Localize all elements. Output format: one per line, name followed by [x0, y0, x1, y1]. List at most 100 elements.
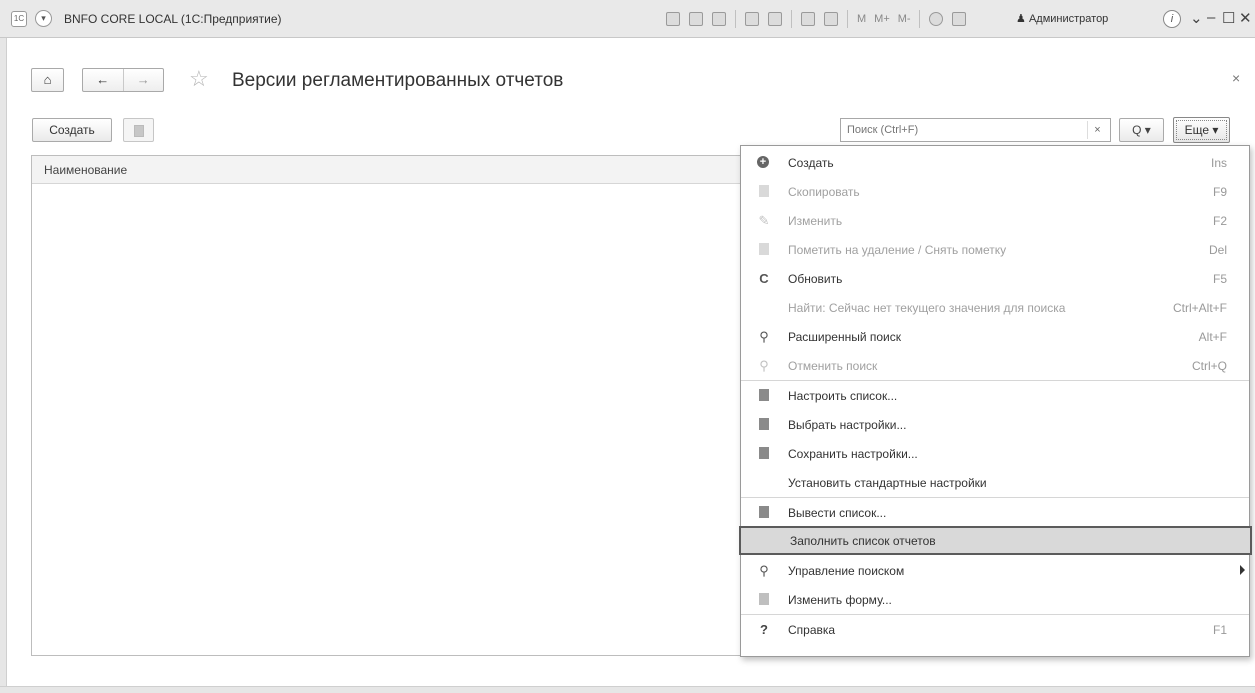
menu-item-copy[interactable]: Скопировать F9 [741, 177, 1249, 206]
menu-item-label: Изменить [788, 214, 843, 228]
calendar-icon[interactable] [824, 12, 838, 26]
save-icon[interactable] [666, 12, 680, 26]
menu-item-label: Сохранить настройки... [788, 447, 918, 461]
menu-item-label: Пометить на удаление / Снять пометку [788, 243, 1007, 257]
copy-link-icon[interactable] [768, 12, 782, 26]
menu-item-shortcut: F5 [1212, 272, 1227, 286]
output-list-icon [757, 506, 771, 520]
panels-icon[interactable] [951, 12, 966, 26]
app-logo-icon: 1С [11, 11, 27, 27]
menu-item-output-list[interactable]: Вывести список... [741, 498, 1249, 527]
menu-item-configure-list[interactable]: Настроить список... [741, 381, 1249, 410]
menu-item-label: Справка [788, 623, 836, 637]
menu-item-label: Создать [788, 156, 834, 170]
form-icon [757, 593, 771, 607]
menu-item-fill-reports[interactable]: Заполнить список отчетов [739, 526, 1252, 555]
copy-icon [134, 125, 144, 137]
menu-item-shortcut: F2 [1212, 214, 1227, 228]
search-clear-icon[interactable]: × [1087, 121, 1107, 139]
menu-item-mark-delete[interactable]: Пометить на удаление / Снять пометку Del [741, 235, 1249, 264]
refresh-icon: C [759, 271, 769, 286]
menu-item-label: Установить стандартные настройки [788, 476, 987, 490]
menu-chevron-icon[interactable]: ⌄ [1190, 9, 1203, 27]
delete-mark-icon [757, 243, 771, 257]
nav-buttons: ← → [82, 68, 164, 92]
search-options-button[interactable]: Q ▾ [1119, 118, 1164, 142]
current-user-label: Администратор [1028, 13, 1109, 25]
toolbar-divider [791, 10, 792, 28]
window-frame-bottom [0, 686, 1255, 693]
menu-item-label: Выбрать настройки... [788, 418, 907, 432]
menu-item-cancel-search[interactable]: ⚲ Отменить поиск Ctrl+Q [741, 351, 1249, 380]
menu-item-label: Расширенный поиск [788, 330, 901, 344]
menu-item-standard-settings[interactable]: Установить стандартные настройки [741, 468, 1249, 497]
submenu-arrow-icon [1240, 565, 1245, 575]
cancel-search-icon: ⚲ [759, 358, 769, 373]
maximize-icon[interactable]: ☐ [1222, 9, 1235, 27]
menu-item-advanced-search[interactable]: ⚲ Расширенный поиск Alt+F [741, 322, 1249, 351]
menu-item-shortcut: F9 [1212, 185, 1227, 199]
menu-item-label: Изменить форму... [788, 593, 892, 607]
back-arrow-icon[interactable]: ← [83, 69, 123, 91]
close-window-icon[interactable]: ✕ [1239, 9, 1252, 27]
list-settings-icon [757, 389, 771, 403]
link-icon[interactable] [745, 12, 759, 26]
create-button[interactable]: Создать [32, 118, 112, 142]
menu-item-save-settings[interactable]: Сохранить настройки... [741, 439, 1249, 468]
pencil-icon: ✎ [758, 213, 770, 228]
forward-arrow-icon[interactable]: → [122, 69, 164, 91]
main-menu-chevron-icon[interactable]: ▾ [35, 10, 52, 27]
window-titlebar: 1С ▾ BNFO CORE LOCAL (1С:Предприятие) M … [0, 0, 1255, 38]
menu-item-shortcut: Ins [1210, 156, 1227, 170]
menu-item-label: Скопировать [788, 185, 860, 199]
titlebar-toolbar: M M+ M- [666, 10, 975, 28]
memory-m-minus-button[interactable]: M- [898, 13, 911, 25]
memory-m-button[interactable]: M [857, 13, 866, 25]
menu-item-refresh[interactable]: C Обновить F5 [741, 264, 1249, 293]
menu-item-label: Настроить список... [788, 389, 898, 403]
favorite-star-icon[interactable]: ☆ [189, 66, 209, 92]
menu-item-label: Обновить [788, 272, 843, 286]
user-icon: ♟ [1016, 13, 1026, 25]
menu-item-create[interactable]: + Создать Ins [741, 148, 1249, 177]
toolbar-divider [847, 10, 848, 28]
search-icon: ⚲ [759, 563, 769, 578]
more-dropdown-menu: + Создать Ins Скопировать F9 ✎ Изменить … [739, 145, 1252, 657]
menu-item-shortcut: Alt+F [1198, 330, 1227, 344]
copy-button[interactable] [123, 118, 154, 142]
calculator-icon[interactable] [801, 12, 815, 26]
toolbar-divider [735, 10, 736, 28]
home-icon: ⌂ [43, 72, 52, 87]
column-header-name[interactable]: Наименование [32, 156, 740, 184]
memory-m-plus-button[interactable]: M+ [874, 13, 890, 25]
zoom-icon[interactable] [928, 12, 943, 26]
toolbar-divider [918, 10, 920, 28]
menu-item-search-management[interactable]: ⚲ Управление поиском [741, 556, 1249, 585]
menu-item-change-form[interactable]: Изменить форму... [741, 585, 1249, 614]
home-button[interactable]: ⌂ [31, 68, 64, 92]
print-icon[interactable] [689, 12, 703, 26]
window-title: BNFO CORE LOCAL (1С:Предприятие) [64, 12, 282, 26]
menu-item-label: Заполнить список отчетов [790, 534, 936, 548]
form-close-icon[interactable]: × [1232, 70, 1240, 86]
save-settings-icon [757, 447, 771, 461]
load-settings-icon [757, 418, 771, 432]
minimize-icon[interactable]: – [1207, 9, 1215, 26]
info-icon[interactable]: i [1163, 10, 1181, 28]
current-user[interactable]: ♟ Администратор [1016, 12, 1108, 25]
menu-item-label: Вывести список... [788, 506, 887, 520]
menu-item-select-settings[interactable]: Выбрать настройки... [741, 410, 1249, 439]
menu-item-edit[interactable]: ✎ Изменить F2 [741, 206, 1249, 235]
reports-table[interactable]: Наименование [31, 155, 741, 656]
search-input[interactable] [847, 122, 1067, 138]
menu-item-help[interactable]: ? Справка F1 [741, 615, 1249, 644]
menu-item-label: Найти: Сейчас нет текущего значения для … [788, 301, 1066, 315]
menu-item-label: Отменить поиск [788, 359, 878, 373]
more-button[interactable]: Еще ▾ [1173, 117, 1230, 143]
preview-icon[interactable] [712, 12, 726, 26]
menu-item-find[interactable]: Найти: Сейчас нет текущего значения для … [741, 293, 1249, 322]
plus-circle-icon: + [757, 156, 771, 170]
advanced-search-icon: ⚲ [759, 329, 769, 344]
menu-item-label: Управление поиском [788, 564, 905, 578]
copy-icon [757, 185, 771, 199]
